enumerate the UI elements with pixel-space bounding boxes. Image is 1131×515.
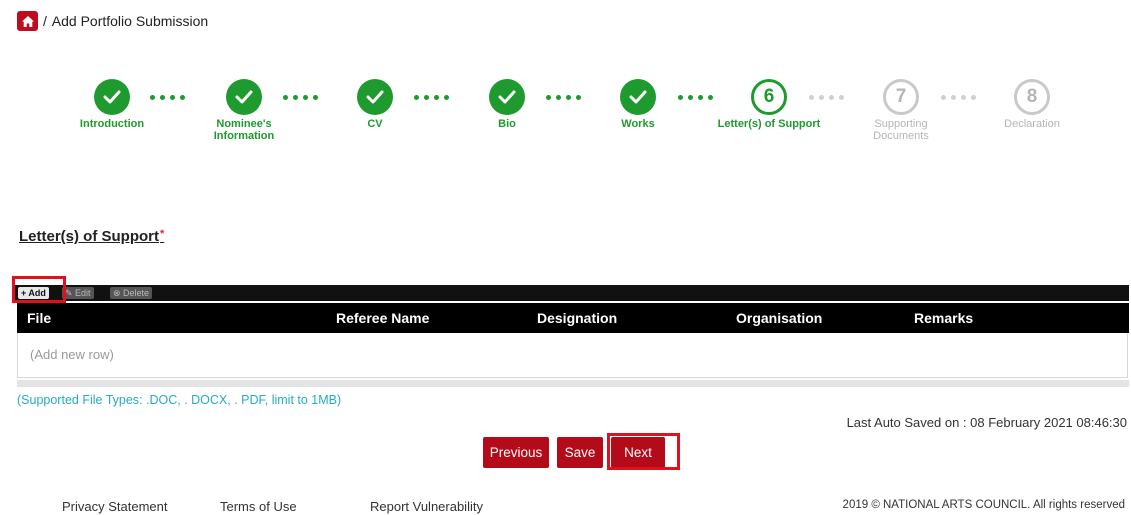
required-mark: *: [160, 228, 165, 240]
step-4-check-icon[interactable]: [489, 79, 525, 115]
column-header-referee-name: Referee Name: [336, 310, 430, 326]
autosave-status: Last Auto Saved on : 08 February 2021 08…: [846, 415, 1127, 430]
step-label-supporting-documents: Supporting Documents: [873, 118, 929, 142]
section-title: Letter(s) of Support*: [19, 228, 164, 245]
report-vulnerability-link[interactable]: Report Vulnerability: [370, 499, 483, 514]
step-label-bio: Bio: [498, 118, 516, 130]
page-title: Add Portfolio Submission: [51, 13, 209, 29]
step-label-introduction: Introduction: [79, 118, 145, 130]
step-label-cv: CV: [367, 118, 383, 130]
column-header-remarks: Remarks: [914, 310, 974, 326]
step-6-current[interactable]: 6: [751, 79, 787, 115]
home-icon[interactable]: [17, 11, 38, 31]
copyright: 2019 © NATIONAL ARTS COUNCIL. All rights…: [842, 499, 1125, 511]
step-label-nominee-information: Nominee's Information: [213, 118, 275, 142]
terms-of-use-link[interactable]: Terms of Use: [220, 499, 297, 514]
breadcrumb-separator: /: [43, 13, 47, 29]
column-header-organisation: Organisation: [736, 310, 823, 326]
privacy-statement-link[interactable]: Privacy Statement: [62, 499, 168, 514]
section-title-text: Letter(s) of Support: [19, 228, 159, 245]
file-types-note: (Supported File Types: .DOC, . DOCX, . P…: [17, 393, 342, 407]
save-button[interactable]: Save: [557, 437, 603, 468]
delete-row-button[interactable]: ⊗ Delete: [110, 287, 153, 299]
step-connector: [414, 95, 449, 100]
progress-stepper: Introduction Nominee's Information CV Bi…: [0, 79, 1131, 167]
step-1-check-icon[interactable]: [94, 79, 130, 115]
step-connector: [941, 95, 976, 100]
step-8-pending[interactable]: 8: [1014, 79, 1050, 115]
step-connector: [150, 95, 185, 100]
edit-row-button[interactable]: ✎ Edit: [62, 287, 94, 299]
step-connector: [809, 95, 844, 100]
grid-toolbar: + Add ✎ Edit ⊗ Delete: [14, 285, 1129, 301]
next-button-highlight: [607, 433, 680, 470]
step-label-declaration: Declaration: [1004, 118, 1060, 130]
table-header: File Referee Name Designation Organisati…: [17, 303, 1129, 333]
step-connector: [678, 95, 713, 100]
column-header-file: File: [27, 310, 52, 326]
add-new-row-placeholder[interactable]: (Add new row): [30, 347, 114, 362]
step-5-check-icon[interactable]: [620, 79, 656, 115]
table-row[interactable]: (Add new row): [17, 333, 1128, 378]
add-button-highlight: [12, 276, 66, 303]
step-3-check-icon[interactable]: [357, 79, 393, 115]
step-label-works: Works: [621, 118, 655, 130]
step-connector: [283, 95, 318, 100]
step-7-pending[interactable]: 7: [883, 79, 919, 115]
step-connector: [546, 95, 581, 100]
previous-button[interactable]: Previous: [483, 437, 549, 468]
step-2-check-icon[interactable]: [226, 79, 262, 115]
step-label-letters-of-support: Letter(s) of Support: [717, 118, 821, 130]
breadcrumb-title: / Add Portfolio Submission: [42, 13, 208, 29]
breadcrumb: / Add Portfolio Submission: [17, 11, 208, 31]
table-scrollbar[interactable]: [17, 380, 1129, 387]
column-header-designation: Designation: [537, 310, 618, 326]
